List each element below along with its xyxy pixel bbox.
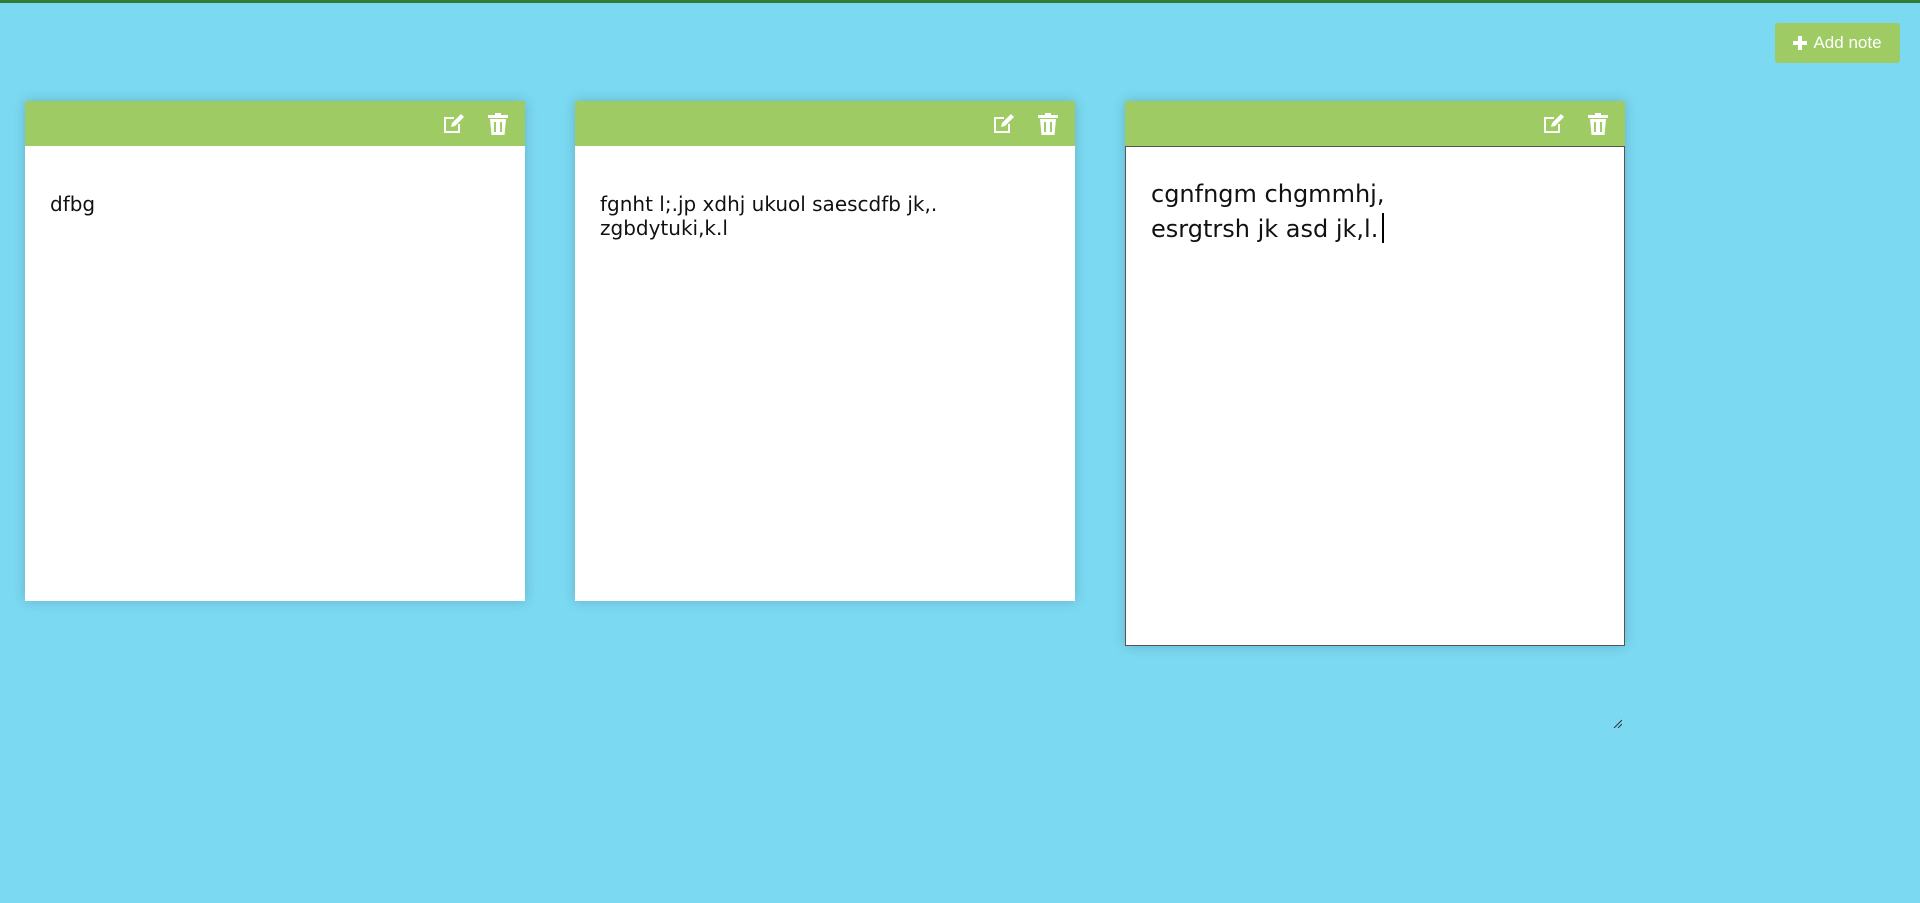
resize-handle-icon[interactable] bbox=[1612, 633, 1623, 728]
note-textarea[interactable]: cgnfngm chgmmhj, esrgtrsh jk asd jk,l. bbox=[1125, 146, 1625, 728]
notes-container: dfbg fgnht l;.jp xdhj ukuol saescdfb jk,… bbox=[25, 101, 1625, 728]
edit-icon[interactable] bbox=[991, 111, 1017, 137]
add-note-label: Add note bbox=[1813, 33, 1882, 52]
note-card: dfbg bbox=[25, 101, 525, 601]
trash-icon[interactable] bbox=[1035, 111, 1061, 137]
plus-icon bbox=[1793, 36, 1808, 50]
note-textarea-text: cgnfngm chgmmhj, esrgtrsh jk asd jk,l. bbox=[1151, 180, 1385, 243]
trash-icon[interactable] bbox=[485, 111, 511, 137]
note-text[interactable]: dfbg bbox=[25, 146, 525, 601]
note-card: fgnht l;.jp xdhj ukuol saescdfb jk,. zgb… bbox=[575, 101, 1075, 601]
note-header bbox=[575, 101, 1075, 146]
note-header bbox=[25, 101, 525, 146]
note-header bbox=[1125, 101, 1625, 146]
text-caret bbox=[1382, 212, 1385, 243]
trash-icon[interactable] bbox=[1585, 111, 1611, 137]
edit-icon[interactable] bbox=[1541, 111, 1567, 137]
edit-icon[interactable] bbox=[441, 111, 467, 137]
note-text[interactable]: fgnht l;.jp xdhj ukuol saescdfb jk,. zgb… bbox=[575, 146, 1075, 601]
add-note-button[interactable]: Add note bbox=[1775, 23, 1900, 63]
note-card-editing: cgnfngm chgmmhj, esrgtrsh jk asd jk,l. bbox=[1125, 101, 1625, 728]
